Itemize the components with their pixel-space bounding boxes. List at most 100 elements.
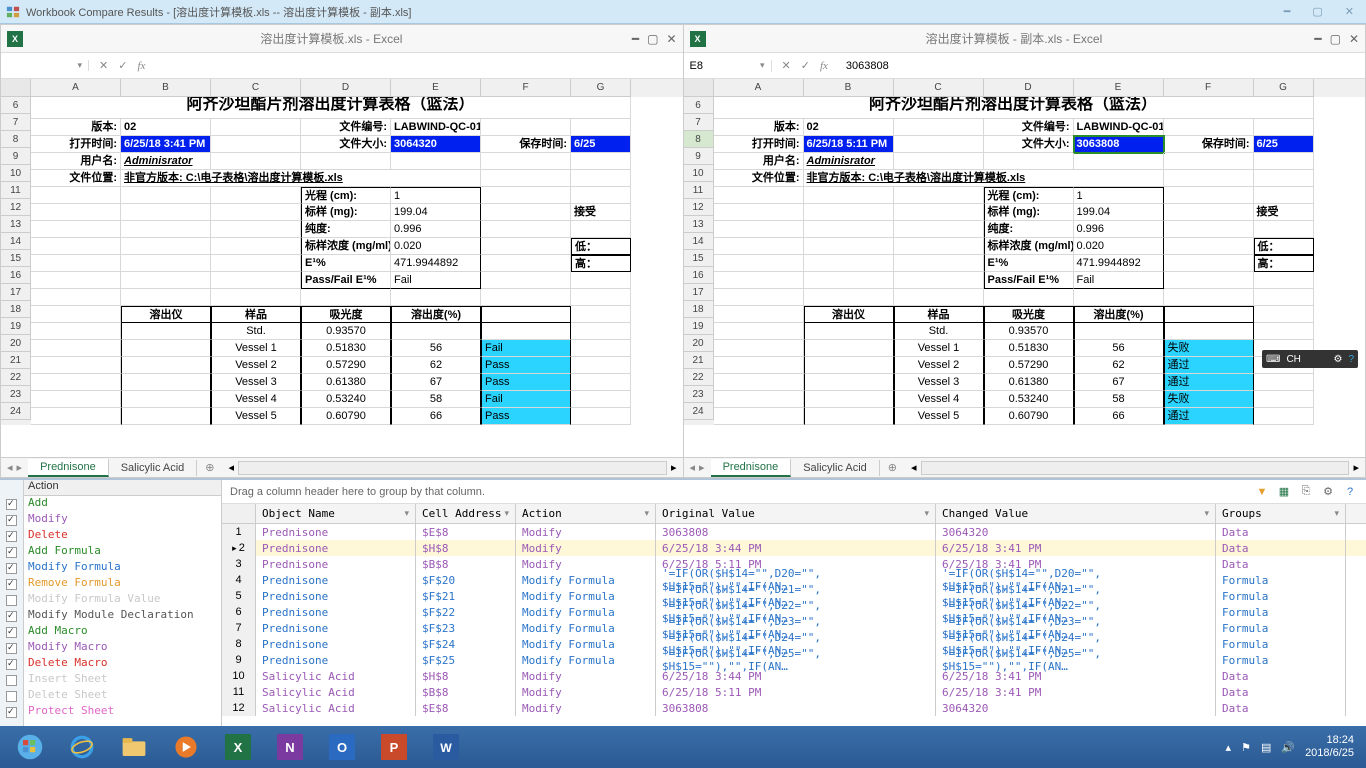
legend-checkbox[interactable]: [6, 659, 17, 670]
add-sheet-icon[interactable]: ⊕: [880, 461, 905, 474]
pane-close-icon[interactable]: ✕: [666, 32, 676, 46]
results-col-header[interactable]: Changed Value▾: [936, 504, 1216, 523]
media-icon[interactable]: [162, 729, 210, 765]
ie-icon[interactable]: [58, 729, 106, 765]
app-icon: [6, 5, 20, 19]
legend-item[interactable]: Add: [24, 496, 221, 512]
word-icon[interactable]: W: [422, 729, 470, 765]
scroll-left-icon[interactable]: ◂: [911, 461, 917, 474]
filter-icon[interactable]: ▼: [1254, 484, 1270, 500]
tab-prev-icon[interactable]: ▸: [699, 461, 705, 474]
cancel-formula-icon[interactable]: ✕: [99, 59, 108, 72]
scroll-left-icon[interactable]: ◂: [229, 461, 235, 474]
minimize-icon[interactable]: ━: [1278, 5, 1297, 18]
legend-checkbox[interactable]: [6, 515, 17, 526]
tray-flag-icon[interactable]: ⚑: [1241, 741, 1251, 754]
legend-item[interactable]: Modify Formula: [24, 560, 221, 576]
legend-checkbox[interactable]: [6, 691, 17, 702]
name-box[interactable]: E8▾: [684, 60, 772, 72]
legend-item[interactable]: Protect Sheet: [24, 704, 221, 720]
add-sheet-icon[interactable]: ⊕: [197, 461, 222, 474]
pane-minimize-icon[interactable]: ━: [632, 32, 639, 46]
left-pane-title: 溶出度计算模板.xls - Excel: [31, 30, 632, 47]
scroll-right-icon[interactable]: ▸: [671, 461, 677, 474]
legend-item[interactable]: Delete: [24, 528, 221, 544]
tray-up-icon[interactable]: ▴: [1226, 741, 1232, 754]
scroll-right-icon[interactable]: ▸: [1353, 461, 1359, 474]
clock[interactable]: 18:24 2018/6/25: [1305, 734, 1354, 760]
outlook-icon[interactable]: O: [318, 729, 366, 765]
right-grid[interactable]: ABCDEFG678910111213141516171819202122232…: [684, 79, 1366, 457]
legend-item[interactable]: Modify: [24, 512, 221, 528]
tray-volume-icon[interactable]: 🔊: [1281, 741, 1295, 754]
legend-checkbox[interactable]: [6, 643, 17, 654]
fx-icon[interactable]: fx: [137, 60, 145, 72]
legend-item[interactable]: Modify Formula Value: [24, 592, 221, 608]
pane-close-icon[interactable]: ✕: [1349, 32, 1359, 46]
pane-maximize-icon[interactable]: ▢: [1330, 32, 1341, 46]
cancel-formula-icon[interactable]: ✕: [782, 59, 791, 72]
results-col-header[interactable]: Original Value▾: [656, 504, 936, 523]
legend-checkbox[interactable]: [6, 595, 17, 606]
legend-checkbox[interactable]: [6, 579, 17, 590]
results-col-header[interactable]: Cell Address▾: [416, 504, 516, 523]
results-col-header[interactable]: Action▾: [516, 504, 656, 523]
powerpoint-icon[interactable]: P: [370, 729, 418, 765]
tab-prev-icon[interactable]: ▸: [17, 461, 23, 474]
tab-first-icon[interactable]: ◂: [690, 461, 696, 474]
tab-prednisone[interactable]: Prednisone: [711, 459, 792, 477]
legend-checkbox[interactable]: [6, 707, 17, 718]
legend-checkbox[interactable]: [6, 627, 17, 638]
tab-prednisone[interactable]: Prednisone: [28, 459, 109, 477]
legend-checkbox[interactable]: [6, 547, 17, 558]
legend-checkbox[interactable]: [6, 675, 17, 686]
results-row[interactable]: 1Prednisone$E$8Modify30638083064320Data: [222, 524, 1366, 540]
explorer-icon[interactable]: [110, 729, 158, 765]
copy-icon[interactable]: ⎘: [1298, 484, 1314, 500]
legend-checkbox[interactable]: [6, 499, 17, 510]
legend-item[interactable]: Delete Sheet: [24, 688, 221, 704]
pane-minimize-icon[interactable]: ━: [1314, 32, 1321, 46]
tab-first-icon[interactable]: ◂: [7, 461, 13, 474]
tab-salicylic[interactable]: Salicylic Acid: [109, 460, 198, 476]
legend-checkbox[interactable]: [6, 563, 17, 574]
close-icon[interactable]: ✕: [1339, 5, 1360, 18]
pane-maximize-icon[interactable]: ▢: [647, 32, 658, 46]
hscroll-track[interactable]: [921, 461, 1350, 475]
ime-bar[interactable]: ⌨CH ⚙?: [1262, 350, 1358, 368]
legend-header: Action: [24, 480, 221, 496]
legend-item[interactable]: Add Macro: [24, 624, 221, 640]
tab-salicylic[interactable]: Salicylic Acid: [791, 460, 880, 476]
legend-item[interactable]: Modify Macro: [24, 640, 221, 656]
export-excel-icon[interactable]: ▦: [1276, 484, 1292, 500]
results-row[interactable]: 10Salicylic Acid$H$8Modify6/25/18 3:44 P…: [222, 668, 1366, 684]
left-grid[interactable]: ABCDEFG678910111213141516171819202122232…: [1, 79, 683, 457]
legend-item[interactable]: Add Formula: [24, 544, 221, 560]
hscroll-track[interactable]: [238, 461, 667, 475]
formula-bar[interactable]: 3063808: [838, 60, 897, 72]
legend-item[interactable]: Insert Sheet: [24, 672, 221, 688]
accept-formula-icon[interactable]: ✓: [801, 59, 810, 72]
results-row[interactable]: 9Prednisone$F$25Modify Formula'=IF(OR($H…: [222, 652, 1366, 668]
legend-item[interactable]: Delete Macro: [24, 656, 221, 672]
legend-checkbox[interactable]: [6, 611, 17, 622]
legend-item[interactable]: Remove Formula: [24, 576, 221, 592]
results-row[interactable]: 2Prednisone$H$8Modify6/25/18 3:44 PM6/25…: [222, 540, 1366, 556]
results-col-header[interactable]: Groups▾: [1216, 504, 1346, 523]
tray-network-icon[interactable]: ▤: [1261, 741, 1271, 754]
maximize-icon[interactable]: ▢: [1306, 5, 1328, 18]
onenote-icon[interactable]: N: [266, 729, 314, 765]
legend-checkbox[interactable]: [6, 531, 17, 542]
results-panel: Drag a column header here to group by th…: [222, 480, 1366, 726]
fx-icon[interactable]: fx: [820, 60, 828, 72]
start-button[interactable]: [6, 729, 54, 765]
excel-taskbar-icon[interactable]: X: [214, 729, 262, 765]
accept-formula-icon[interactable]: ✓: [118, 59, 127, 72]
help-icon[interactable]: ?: [1342, 484, 1358, 500]
name-box[interactable]: ▾: [1, 60, 89, 71]
results-row[interactable]: 11Salicylic Acid$B$8Modify6/25/18 5:11 P…: [222, 684, 1366, 700]
settings-icon[interactable]: ⚙: [1320, 484, 1336, 500]
legend-item[interactable]: Modify Module Declaration: [24, 608, 221, 624]
results-col-header[interactable]: Object Name▾: [256, 504, 416, 523]
results-row[interactable]: 12Salicylic Acid$E$8Modify30638083064320…: [222, 700, 1366, 716]
